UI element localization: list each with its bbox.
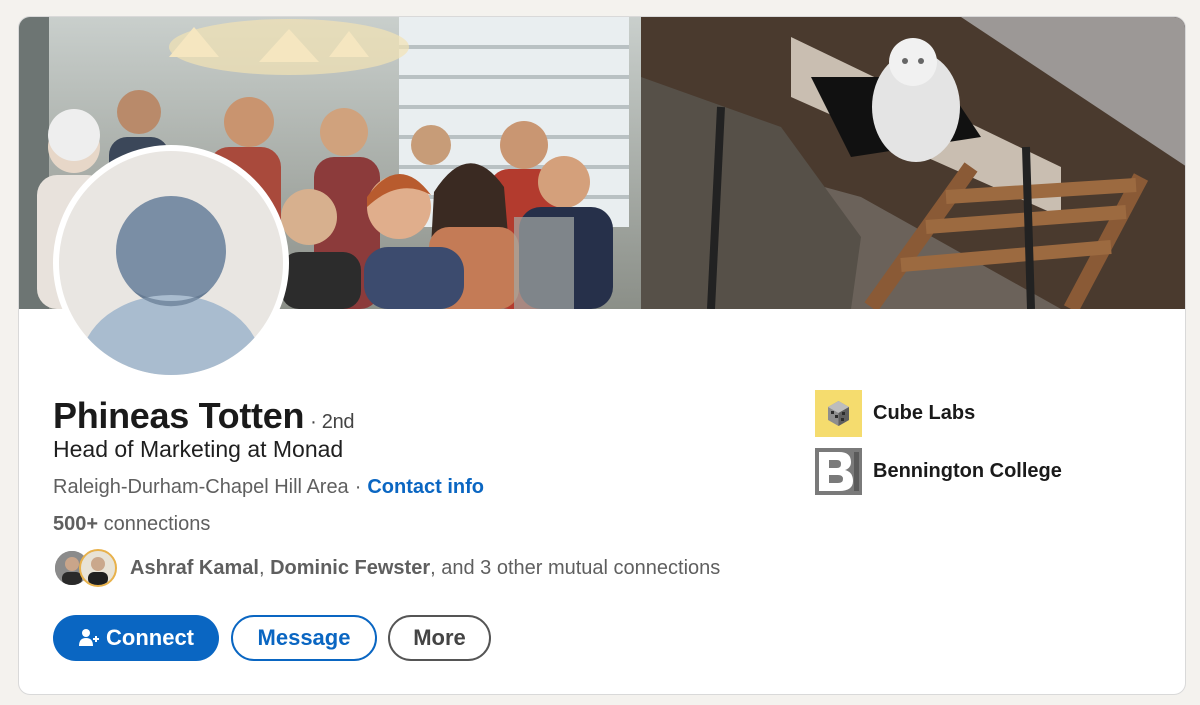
message-button[interactable]: Message (231, 615, 377, 661)
location-separator: · (354, 476, 362, 498)
cube-labs-logo-icon (815, 390, 862, 437)
org-name-bennington-college: Bennington College (873, 460, 1062, 482)
connections-count-row[interactable]: 500+ connections (53, 513, 210, 536)
mutual-name-2[interactable]: Dominic Fewster (270, 557, 430, 579)
banner-photo-attic-ladder (641, 17, 1185, 309)
default-avatar-icon (81, 196, 261, 375)
mutual-avatar-2 (79, 549, 117, 587)
profile-name-text: Phineas Totten (53, 395, 305, 436)
connections-label: connections (103, 513, 211, 535)
contact-info-link[interactable]: Contact info (367, 476, 484, 498)
connections-count: 500+ (53, 513, 99, 535)
profile-location-row: Raleigh-Durham-Chapel Hill Area · Contact … (53, 476, 484, 499)
mutual-rest-text: , and 3 other mutual connections (430, 557, 721, 579)
profile-avatar[interactable] (53, 145, 289, 381)
more-button[interactable]: More (388, 615, 491, 661)
bennington-college-logo-icon (815, 448, 862, 495)
mutual-name-1[interactable]: Ashraf Kamal (130, 557, 259, 579)
connection-degree: · 2nd (310, 411, 355, 433)
mutual-separator: , (258, 557, 265, 579)
profile-card: Phineas Totten · 2nd Head of Marketing at… (18, 16, 1186, 695)
add-person-icon (79, 629, 99, 646)
profile-name: Phineas Totten · 2nd (53, 395, 355, 437)
connect-button[interactable]: Connect (53, 615, 219, 661)
profile-headline: Head of Marketing at Monad (53, 436, 344, 462)
connect-label: Connect (106, 625, 194, 650)
mutual-avatars (53, 549, 123, 589)
profile-location: Raleigh-Durham-Chapel Hill Area (53, 476, 349, 498)
org-name-cube-labs: Cube Labs (873, 402, 976, 424)
mutual-connections-text: Ashraf Kamal, Dominic Fewster, and 3 oth… (130, 557, 720, 580)
